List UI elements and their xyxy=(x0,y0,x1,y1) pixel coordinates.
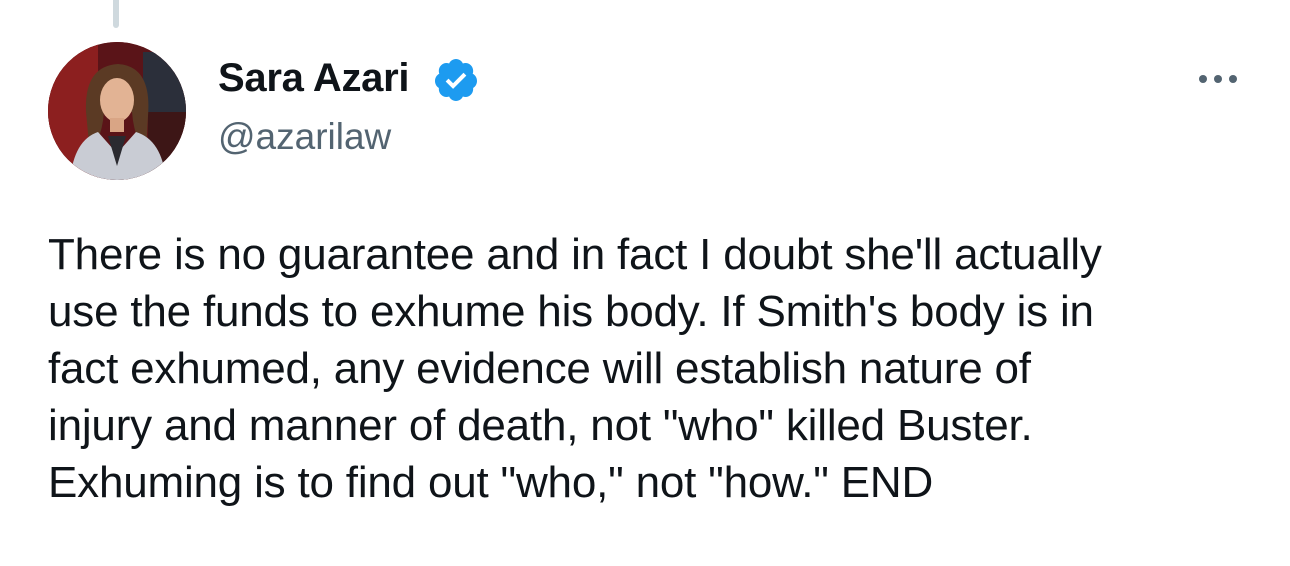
more-options-icon xyxy=(1199,75,1237,83)
more-options-button[interactable] xyxy=(1194,62,1242,96)
author-display-name[interactable]: Sara Azari xyxy=(218,54,409,102)
avatar-photo xyxy=(48,42,186,180)
thread-connector-line xyxy=(113,0,119,28)
tweet-text-line: Exhuming is to find out "who," not "how.… xyxy=(48,458,934,507)
tweet-text-line: fact exhumed, any evidence will establis… xyxy=(48,344,1031,393)
tweet-text: There is no guarantee and in fact I doub… xyxy=(48,226,1254,511)
avatar[interactable] xyxy=(48,42,186,180)
verified-badge-icon xyxy=(434,59,477,101)
author-handle[interactable]: @azarilaw xyxy=(218,115,391,159)
tweet-text-line: There is no guarantee and in fact I doub… xyxy=(48,230,1102,279)
tweet-text-line: injury and manner of death, not "who" ki… xyxy=(48,401,1033,450)
tweet-text-line: use the funds to exhume his body. If Smi… xyxy=(48,287,1094,336)
